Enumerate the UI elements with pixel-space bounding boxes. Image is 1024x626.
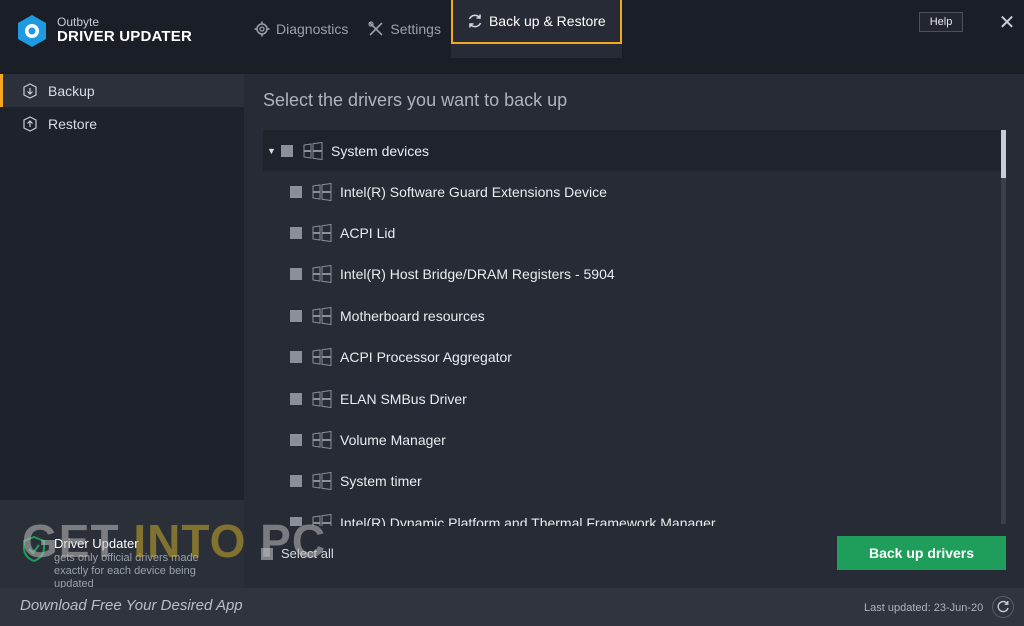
backup-icon xyxy=(23,82,37,99)
driver-row[interactable]: Motherboard resources xyxy=(263,295,1005,336)
driver-checkbox[interactable] xyxy=(290,392,302,405)
driver-row[interactable]: Intel(R) Software Guard Extensions Devic… xyxy=(263,171,1005,212)
restore-icon xyxy=(23,115,37,132)
sync-icon xyxy=(468,14,482,28)
driver-checkbox[interactable] xyxy=(290,185,302,198)
driver-checkbox[interactable] xyxy=(290,309,302,322)
driver-label: Motherboard resources xyxy=(340,307,485,324)
windows-icon xyxy=(312,348,332,367)
app-logo: Outbyte DRIVER UPDATER xyxy=(15,14,192,48)
driver-checkbox[interactable] xyxy=(290,268,302,281)
group-label: System devices xyxy=(331,142,430,159)
driver-label: Intel(R) Dynamic Platform and Thermal Fr… xyxy=(340,514,716,526)
windows-icon xyxy=(312,389,332,408)
gear-icon xyxy=(254,21,270,37)
windows-icon xyxy=(312,182,332,201)
sidebar-item-restore[interactable]: Restore xyxy=(0,107,244,140)
product-name: DRIVER UPDATER xyxy=(57,28,193,46)
tab-label: Diagnostics xyxy=(276,21,349,37)
driver-label: ELAN SMBus Driver xyxy=(340,390,467,407)
watermark-subtitle: Download Free Your Desired App xyxy=(20,597,243,614)
help-button[interactable]: Help xyxy=(919,12,963,32)
driver-row[interactable]: ELAN SMBus Driver xyxy=(263,378,1005,419)
status-bar: Download Free Your Desired App Last upda… xyxy=(0,588,1024,626)
driver-label: ACPI Processor Aggregator xyxy=(340,349,512,366)
driver-label: Intel(R) Host Bridge/DRAM Registers - 59… xyxy=(340,266,615,283)
refresh-icon[interactable] xyxy=(992,596,1014,618)
driver-row[interactable]: Volume Manager xyxy=(263,419,1005,460)
driver-row[interactable]: ACPI Processor Aggregator xyxy=(263,337,1005,378)
caret-down-icon[interactable]: ▼ xyxy=(267,146,277,156)
title-bar: Outbyte DRIVER UPDATER Diagnostics Setti… xyxy=(0,0,1024,74)
outbyte-logo-icon xyxy=(18,15,46,47)
windows-icon xyxy=(312,224,332,243)
tab-label: Back up & Restore xyxy=(488,13,606,29)
select-all-checkbox[interactable]: Select all xyxy=(261,546,334,561)
back-up-drivers-button[interactable]: Back up drivers xyxy=(837,536,1006,570)
tab-label: Settings xyxy=(390,21,441,37)
driver-label: System timer xyxy=(340,473,422,490)
main-panel: Select the drivers you want to back up ▼… xyxy=(244,74,1024,588)
driver-label: Intel(R) Software Guard Extensions Devic… xyxy=(340,183,607,200)
windows-icon xyxy=(303,141,323,160)
sidebar-info-panel: Driver Updater gets only official driver… xyxy=(0,500,244,590)
checkbox-box[interactable] xyxy=(261,547,273,560)
page-title: Select the drivers you want to back up xyxy=(263,90,568,110)
windows-icon xyxy=(312,513,332,526)
select-all-label: Select all xyxy=(281,546,334,561)
shield-check-icon xyxy=(23,536,45,562)
driver-label: ACPI Lid xyxy=(340,225,396,242)
info-description: gets only official drivers made exactly … xyxy=(54,552,199,591)
info-title: Driver Updater xyxy=(54,536,139,551)
driver-checkbox[interactable] xyxy=(290,434,302,447)
main-tabs: Diagnostics Settings Back up & Restore xyxy=(244,0,622,58)
driver-row[interactable]: Intel(R) Host Bridge/DRAM Registers - 59… xyxy=(263,254,1005,295)
scrollbar-thumb[interactable] xyxy=(1001,130,1006,178)
driver-label: Volume Manager xyxy=(340,432,446,449)
sidebar: Backup Restore Driver Updater gets only … xyxy=(0,74,244,590)
driver-checkbox[interactable] xyxy=(290,351,302,364)
group-checkbox[interactable] xyxy=(281,144,293,157)
tools-icon xyxy=(368,21,383,36)
driver-group-row[interactable]: ▼ System devices xyxy=(263,130,1005,171)
last-updated-text: Last updated: 23-Jun-20 xyxy=(864,602,984,614)
driver-list: ▼ System devices Intel(R) Software Guard… xyxy=(263,130,1005,526)
windows-icon xyxy=(312,306,332,325)
tab-diagnostics[interactable]: Diagnostics xyxy=(244,0,358,58)
list-scrollbar[interactable] xyxy=(1001,130,1006,524)
driver-row[interactable]: System timer xyxy=(263,461,1005,502)
windows-icon xyxy=(312,431,332,450)
driver-checkbox[interactable] xyxy=(290,516,302,526)
close-icon[interactable]: ✕ xyxy=(995,10,1019,34)
driver-checkbox[interactable] xyxy=(290,227,302,240)
sidebar-item-label: Restore xyxy=(48,115,98,132)
windows-icon xyxy=(312,472,332,491)
tab-settings[interactable]: Settings xyxy=(358,0,451,58)
windows-icon xyxy=(312,265,332,284)
driver-checkbox[interactable] xyxy=(290,475,302,488)
driver-row[interactable]: ACPI Lid xyxy=(263,212,1005,253)
driver-row[interactable]: Intel(R) Dynamic Platform and Thermal Fr… xyxy=(263,502,1005,526)
tab-backup-restore[interactable]: Back up & Restore xyxy=(450,0,622,44)
sidebar-item-backup[interactable]: Backup xyxy=(0,74,244,107)
sidebar-item-label: Backup xyxy=(48,82,95,99)
